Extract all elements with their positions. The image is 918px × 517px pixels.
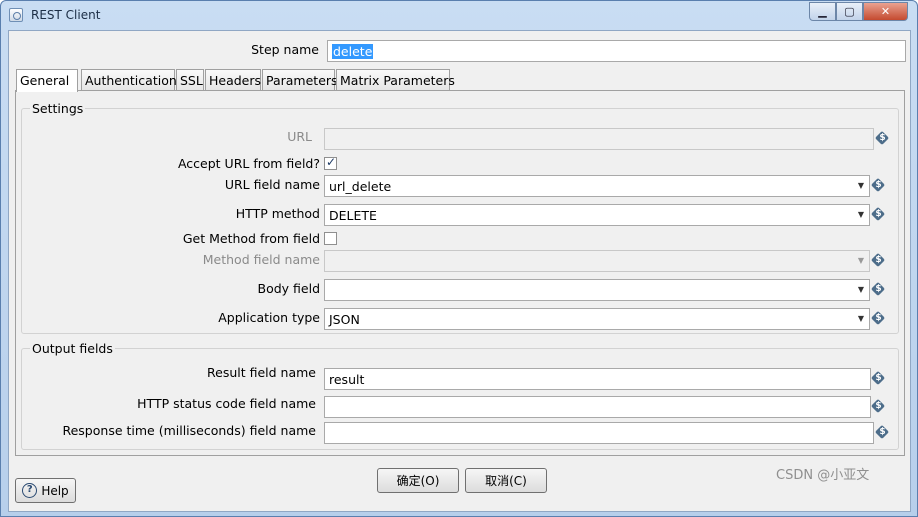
step-name-input[interactable]: delete [327, 40, 906, 62]
watermark: CSDN @小亚文 [776, 468, 870, 483]
tab-general[interactable]: General [16, 69, 78, 92]
output-fields-group-title: Output fields [30, 341, 115, 356]
settings-group-title: Settings [30, 101, 86, 116]
http-method-label: HTTP method [235, 206, 320, 221]
close-button[interactable]: ✕ [863, 2, 908, 21]
get-method-from-field-checkbox[interactable] [324, 232, 337, 245]
result-field-name-input[interactable]: result [324, 368, 871, 390]
tab-authentication[interactable]: Authentication [81, 69, 177, 91]
http-status-code-label: HTTP status code field name [137, 396, 316, 411]
help-button-label: Help [41, 483, 69, 498]
method-field-name-label: Method field name [202, 252, 320, 267]
http-status-code-input[interactable] [324, 396, 871, 418]
chevron-down-icon: ▼ [857, 210, 865, 219]
variable-icon[interactable] [876, 425, 889, 440]
get-method-from-field-label: Get Method from field [182, 231, 320, 246]
result-field-name-label: Result field name [207, 365, 316, 380]
accept-url-label: Accept URL from field? [177, 156, 320, 171]
url-input[interactable] [324, 128, 874, 150]
body-field-combo[interactable]: ▼ [324, 279, 870, 301]
step-name-value: delete [332, 44, 374, 59]
variable-icon[interactable] [872, 399, 885, 414]
variable-icon[interactable] [872, 371, 885, 386]
chevron-down-icon: ▼ [857, 285, 865, 294]
accept-url-checkbox[interactable] [324, 155, 337, 170]
variable-icon[interactable] [872, 253, 885, 268]
url-label: URL [287, 129, 312, 144]
variable-icon[interactable] [872, 282, 885, 297]
maximize-button[interactable]: ▢ [836, 2, 863, 21]
http-method-combo[interactable]: DELETE ▼ [324, 204, 870, 226]
close-icon: ✕ [880, 5, 891, 18]
chevron-down-icon: ▼ [857, 181, 865, 190]
method-field-name-combo[interactable]: ▼ [324, 250, 870, 272]
chevron-down-icon: ▼ [857, 256, 865, 265]
rest-client-window: REST Client ▁ ▢ ✕ Step name delete Gener… [0, 0, 918, 517]
output-fields-group: Output fields Result field name result H… [21, 341, 899, 450]
application-type-label: Application type [218, 310, 320, 325]
maximize-icon: ▢ [844, 5, 855, 18]
tab-parameters[interactable]: Parameters [262, 69, 338, 91]
window-title: REST Client [31, 8, 101, 22]
app-icon [9, 8, 23, 22]
title-bar[interactable]: REST Client ▁ ▢ ✕ [1, 1, 917, 29]
variable-icon[interactable] [872, 311, 885, 326]
chevron-down-icon: ▼ [857, 314, 865, 323]
general-tab-panel: Settings URL Accept URL from field? URL … [15, 90, 905, 456]
minimize-icon: ▁ [818, 5, 827, 18]
minimize-button[interactable]: ▁ [809, 2, 836, 21]
body-field-label: Body field [257, 281, 321, 296]
application-type-combo[interactable]: JSON ▼ [324, 308, 870, 330]
url-field-name-combo[interactable]: url_delete ▼ [324, 175, 870, 197]
dialog-body: Step name delete General Authentication … [8, 30, 911, 512]
tab-headers[interactable]: Headers [205, 69, 261, 91]
help-button[interactable]: ? Help [15, 478, 76, 503]
tab-matrix-parameters[interactable]: Matrix Parameters [336, 69, 455, 91]
http-method-value: DELETE [329, 208, 377, 223]
ok-button[interactable]: 确定(O) [377, 468, 459, 493]
tab-ssl[interactable]: SSL [176, 69, 204, 91]
application-type-value: JSON [329, 312, 360, 327]
variable-icon[interactable] [876, 131, 889, 146]
response-time-label: Response time (milliseconds) field name [62, 423, 316, 438]
cancel-button[interactable]: 取消(C) [465, 468, 547, 493]
variable-icon[interactable] [872, 207, 885, 222]
settings-group: Settings URL Accept URL from field? URL … [21, 101, 899, 334]
variable-icon[interactable] [872, 178, 885, 193]
step-name-label: Step name [251, 42, 319, 57]
url-field-name-value: url_delete [329, 179, 392, 194]
help-icon: ? [22, 483, 38, 498]
url-field-name-label: URL field name [224, 177, 320, 192]
response-time-input[interactable] [324, 422, 874, 444]
